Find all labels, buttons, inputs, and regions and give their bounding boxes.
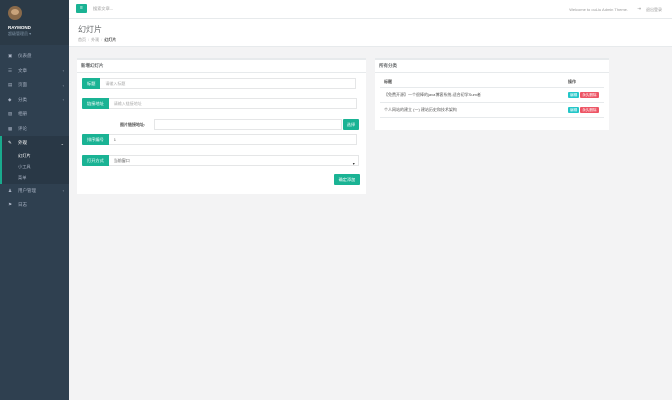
sidebar-subitem-widgets[interactable]: 小工具 (2, 162, 69, 173)
breadcrumb-home[interactable]: 首页 (78, 37, 86, 42)
slides-list-panel: 所有分类 标题 操作 【免费开源】一个很棒的java博客系统-适合初学Sum者 … (375, 58, 609, 130)
open-mode-label: 打开方式 (82, 155, 109, 166)
table-row: 个人网站的建立 (一) 建站历史和技术架构 编辑 永久删除 (380, 102, 604, 118)
sidebar-item-label: 相册 (18, 111, 27, 117)
sidebar-item-label: 日志 (18, 202, 27, 208)
panel-title: 新增幻灯片 (77, 60, 366, 73)
column-header-action: 操作 (564, 77, 604, 88)
open-mode-value: 当前窗口 (113, 158, 130, 163)
sidebar-item-logs[interactable]: ⚑ 日志 (0, 198, 69, 213)
submit-button[interactable]: 确定添加 (334, 174, 360, 185)
open-mode-select[interactable]: 当前窗口 ▾ (108, 155, 359, 166)
table-header-row: 标题 操作 (380, 77, 604, 88)
edit-button[interactable]: 编辑 (568, 106, 580, 113)
delete-button[interactable]: 永久删除 (580, 91, 599, 98)
profile-role-dropdown[interactable]: 超级管理员 ▾ (8, 31, 31, 37)
page-heading: 幻灯片 首页 / 外观 / 幻灯片 (69, 19, 672, 47)
sidebar-item-categories[interactable]: ◆ 分类 ‹ (0, 93, 69, 108)
sidebar-item-comments[interactable]: ▩ 评论 (0, 122, 69, 137)
sidebar-item-label: 评论 (18, 125, 27, 131)
image-url-label: 图片链接地址: (120, 122, 146, 127)
link-label: 链接地址 (82, 98, 109, 109)
picture-icon: ▨ (8, 111, 13, 117)
search-input[interactable]: 搜索文章... (93, 6, 113, 12)
row-actions: 编辑 永久删除 (564, 102, 604, 118)
desktop-icon: ▣ (8, 53, 13, 59)
row-actions: 编辑 永久删除 (564, 87, 604, 103)
open-mode-field-group: 打开方式 当前窗口 ▾ (82, 155, 359, 166)
columns-icon: ▤ (8, 82, 13, 88)
sidebar-group-appearance: ✎ 外观 ⌄ 幻灯片 小工具 菜单 (0, 136, 69, 184)
top-navbar: ≡ 搜索文章... Welcome to ouLiu Admin Theme. … (69, 0, 672, 19)
tag-icon: ◆ (8, 96, 12, 102)
sidebar-item-label: 文章 (18, 67, 27, 73)
delete-button[interactable]: 永久删除 (580, 106, 599, 113)
slides-table: 标题 操作 【免费开源】一个很棒的java博客系统-适合初学Sum者 编辑 永久删… (380, 77, 604, 118)
chevron-left-icon: ‹ (62, 97, 64, 103)
title-label: 标题 (82, 78, 101, 89)
user-icon: ♟ (8, 187, 13, 193)
sidebar-item-users[interactable]: ♟ 用户管理 ‹ (0, 184, 69, 199)
flag-icon: ⚑ (8, 202, 13, 208)
panel-title: 所有分类 (375, 60, 609, 73)
paint-brush-icon: ✎ (8, 140, 12, 146)
avatar[interactable] (8, 6, 22, 20)
sidebar-item-label: 页面 (18, 82, 27, 88)
sidebar-item-appearance[interactable]: ✎ 外观 ⌄ (2, 136, 69, 151)
sidebar-item-label: 分类 (18, 96, 27, 102)
chevron-left-icon: ‹ (62, 188, 64, 194)
sidebar-item-pages[interactable]: ▤ 页面 ‹ (0, 78, 69, 93)
row-title[interactable]: 【免费开源】一个很棒的java博客系统-适合初学Sum者 (380, 87, 564, 103)
sidebar-item-dashboard[interactable]: ▣ 仪表盘 (0, 49, 69, 64)
logout-link[interactable]: 退出登录 (646, 7, 662, 13)
sidebar-item-label: 用户管理 (18, 187, 36, 193)
sign-out-icon[interactable]: ⇥ (637, 6, 641, 12)
sidebar-item-label: 外观 (18, 140, 27, 146)
list-icon: ☰ (8, 67, 13, 73)
sidebar-item-gallery[interactable]: ▨ 相册 (0, 107, 69, 122)
title-field-group: 标题 请输入标题 (82, 78, 357, 89)
order-field-group: 排序编号 1 (82, 134, 357, 145)
breadcrumb-appearance[interactable]: 外观 (91, 37, 99, 42)
caret-down-icon: ▾ (352, 161, 355, 166)
sidebar-subitem-slides[interactable]: 幻灯片 (2, 151, 69, 162)
order-input[interactable]: 1 (108, 134, 357, 145)
welcome-message: Welcome to ouLiu Admin Theme. (569, 7, 628, 12)
menu-toggle-button[interactable]: ≡ (76, 4, 87, 13)
chevron-left-icon: ‹ (62, 68, 64, 74)
pick-image-button[interactable]: 选择 (343, 119, 359, 130)
chevron-down-icon: ⌄ (60, 140, 64, 146)
breadcrumb-current: 幻灯片 (104, 37, 117, 42)
add-slide-panel: 新增幻灯片 标题 请输入标题 链接地址 请输入链接地址 图片链接地址: 选择 排… (77, 58, 366, 194)
order-label: 排序编号 (82, 134, 109, 145)
link-field-group: 链接地址 请输入链接地址 (82, 98, 357, 109)
column-header-title: 标题 (380, 77, 564, 88)
sidebar-subitem-menus[interactable]: 菜单 (2, 173, 69, 184)
comment-icon: ▩ (8, 125, 13, 131)
chevron-left-icon: ‹ (62, 82, 64, 88)
page-title: 幻灯片 (78, 25, 102, 34)
profile-block: RAYMOND 超级管理员 ▾ (0, 0, 69, 45)
sidebar-item-label: 仪表盘 (18, 53, 32, 59)
link-input[interactable]: 请输入链接地址 (108, 98, 357, 109)
table-row: 【免费开源】一个很棒的java博客系统-适合初学Sum者 编辑 永久删除 (380, 87, 604, 103)
edit-button[interactable]: 编辑 (568, 91, 580, 98)
sidebar-item-articles[interactable]: ☰ 文章 ‹ (0, 64, 69, 79)
profile-name: RAYMOND (8, 25, 31, 30)
title-input[interactable]: 请输入标题 (100, 78, 357, 89)
sidebar: RAYMOND 超级管理员 ▾ ▣ 仪表盘 ☰ 文章 ‹ ▤ 页面 ‹ ◆ 分类… (0, 0, 69, 400)
sidebar-nav: ▣ 仪表盘 ☰ 文章 ‹ ▤ 页面 ‹ ◆ 分类 ‹ ▨ 相册 ▩ 评论 ✎ 外… (0, 49, 69, 213)
image-url-input[interactable] (154, 119, 342, 130)
row-title[interactable]: 个人网站的建立 (一) 建站历史和技术架构 (380, 102, 564, 118)
breadcrumb: 首页 / 外观 / 幻灯片 (78, 37, 117, 42)
